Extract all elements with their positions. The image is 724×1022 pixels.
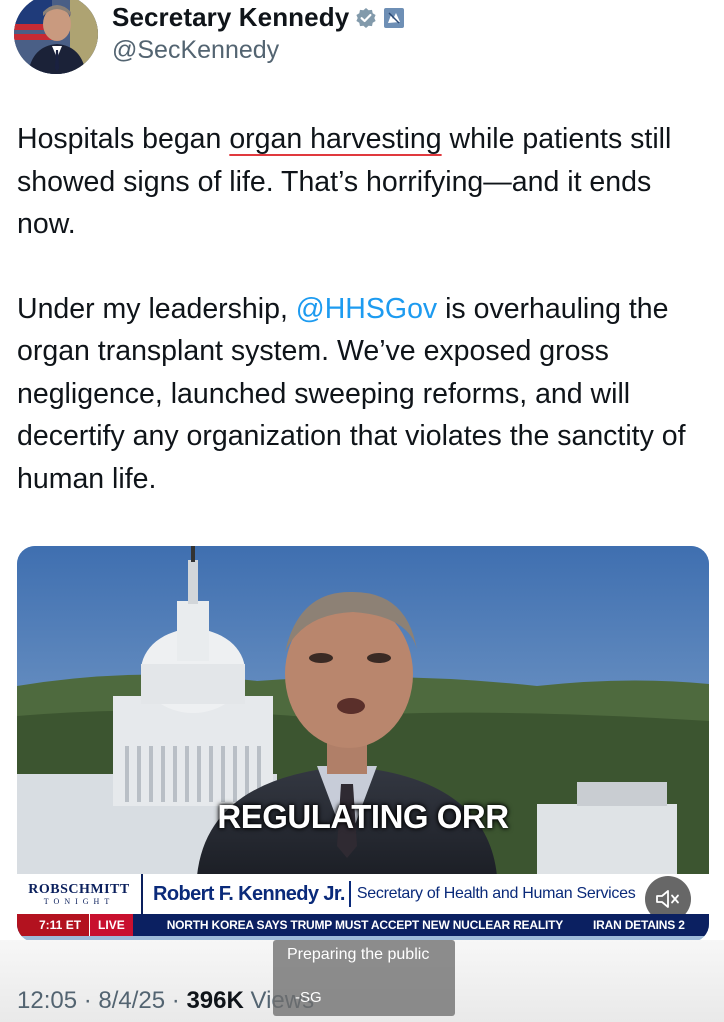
highlighted-phrase: organ harvesting [229,123,442,155]
author-display-name[interactable]: Secretary Kennedy [112,2,349,33]
lower-third: ROBSCHMITT TONIGHT Robert F. Kennedy Jr.… [17,874,709,914]
ticker-time: 7:11 ET [17,914,90,936]
tweet-meta: 12:05 · 8/4/25 · 396K Views [17,987,314,1015]
verified-badge-icon [356,7,376,28]
ticker-headline-2: IRAN DETAINS 2 [593,918,685,932]
overlay-caption-line1: Preparing the public [287,946,430,963]
tweet-text: Hospitals began organ harvesting while p… [17,118,707,500]
tweet-time[interactable]: 12:05 [17,987,77,1014]
speaker-muted-icon [656,890,679,908]
show-logo-line2: TONIGHT [43,896,115,906]
news-ticker: 7:11 ET LIVE NORTH KOREA SAYS TRUMP MUST… [17,914,709,936]
video-caption: REGULATING ORR [217,798,509,835]
show-logo-line1: ROBSCHMITT [28,881,130,897]
lower-third-name: Robert F. Kennedy Jr. [153,882,346,905]
show-logo: ROBSCHMITT TONIGHT [17,874,143,914]
tweet-paragraph-2: Under my leadership, @HHSGov is overhaul… [17,288,707,501]
tweet-header: Secretary Kennedy @SecKennedy [0,0,724,80]
tweet-text-segment: Under my leadership, [17,292,296,325]
overlay-caption-line2: -SG [295,989,322,1006]
ticker-live-badge: LIVE [89,914,133,936]
government-flag-icon [384,7,405,28]
video-player[interactable]: REGULATING ORR ROBSCHMITT TONIGHT Robert… [17,546,709,942]
lower-third-divider [348,881,351,907]
tweet-text-segment: Hospitals began [17,123,222,155]
overlay-caption-box: Preparing the public -SG [273,940,455,1016]
tweet-paragraph-1: Hospitals began organ harvesting while p… [17,118,707,246]
meta-separator: · [165,987,187,1014]
views-count: 396K [186,987,244,1014]
avatar-image [14,0,98,74]
author-name-row: Secretary Kennedy [112,2,405,33]
tweet-date[interactable]: 8/4/25 [98,987,165,1014]
author-handle[interactable]: @SecKennedy [112,36,279,65]
avatar[interactable] [14,0,98,74]
lower-third-title: Secretary of Health and Human Services [356,885,636,902]
ticker-headline: NORTH KOREA SAYS TRUMP MUST ACCEPT NEW N… [166,918,564,932]
mention-link[interactable]: @HHSGov [296,293,437,325]
meta-separator: · [77,987,99,1014]
